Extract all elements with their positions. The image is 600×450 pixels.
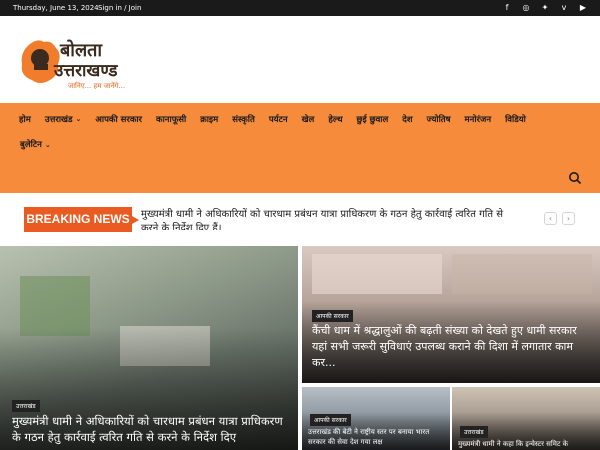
article-category[interactable]: उत्तराखंड — [460, 426, 488, 438]
twitter-icon[interactable]: ✦ — [540, 2, 550, 13]
nav-label: विडियो — [505, 114, 526, 125]
nav-label: बुलेटिन — [20, 140, 42, 150]
article-title[interactable]: मुख्यमंत्री धामी ने अधिकारियों को चारधाम… — [12, 413, 284, 445]
article-title[interactable]: उत्तराखंड की बेटी ने राष्ट्रीय स्तर पर ब… — [308, 427, 448, 447]
article-title[interactable]: कैंची धाम में श्रद्धालुओं की बढ़ती संख्य… — [312, 323, 590, 371]
nav-item-khel[interactable]: खेल — [302, 114, 315, 125]
nav-label: होम — [19, 114, 31, 125]
nav-item-uttarakhand[interactable]: उत्तराखंड ⌄ — [45, 114, 82, 125]
chevron-left-icon: ‹ — [548, 214, 553, 223]
article-category[interactable]: आपकी सरकार — [310, 414, 351, 426]
site-logo[interactable]: बोलता उत्तराखण्ड जानिए... हम जानेंगे... — [14, 34, 154, 104]
nav-item-kanafusi[interactable]: कानाफूसी — [156, 114, 186, 125]
youtube-icon[interactable]: ▶ — [578, 2, 588, 13]
nav-item-jyotish[interactable]: ज्योतिष — [427, 114, 451, 125]
nav-item-health[interactable]: हेल्थ — [328, 114, 342, 125]
chevron-down-icon: ⌄ — [44, 140, 51, 149]
instagram-icon[interactable]: ◎ — [521, 2, 531, 13]
nav-item-paryatan[interactable]: पर्यटन — [269, 114, 288, 125]
nav-label: पर्यटन — [268, 114, 288, 125]
nav-label: उत्तराखंड — [44, 114, 73, 125]
nav-item-bulletin[interactable]: बुलेटिन ⌄ — [20, 139, 51, 150]
ticker-prev-button[interactable]: ‹ — [544, 212, 557, 225]
nav-item-desh[interactable]: देश — [402, 114, 412, 125]
article-card[interactable]: आपकी सरकार कैंची धाम में श्रद्धालुओं की … — [302, 246, 600, 383]
nav-label: आपकी सरकार — [95, 114, 143, 125]
nav-item-sarkar[interactable]: आपकी सरकार — [95, 114, 142, 125]
signin-link[interactable]: Sign in / Join — [98, 4, 141, 12]
nav-label: मनोरंजन — [464, 114, 492, 125]
article-category[interactable]: आपकी सरकार — [312, 310, 353, 322]
chevron-down-icon: ⌄ — [75, 115, 82, 123]
top-bar: Thursday, June 13, 2024 Sign in / Join f… — [0, 0, 600, 16]
social-links: f ◎ ✦ v ▶ — [502, 2, 588, 13]
nav-item-sanskriti[interactable]: संस्कृति — [232, 114, 255, 125]
vimeo-icon[interactable]: v — [559, 2, 569, 13]
nav-label: हेल्थ — [328, 114, 343, 125]
nav-item-manoranjan[interactable]: मनोरंजन — [465, 114, 492, 125]
nav-label: छुई छुवाल — [356, 114, 389, 125]
header: बोलता उत्तराखण्ड जानिए... हम जानेंगे... — [0, 16, 600, 103]
article-image-detail — [312, 254, 442, 294]
featured-article[interactable]: उत्तराखंड मुख्यमंत्री धामी ने अधिकारियों… — [0, 246, 298, 450]
nav-label: क्राइम — [200, 114, 219, 125]
main-navigation: होम उत्तराखंड ⌄ आपकी सरकार कानाफूसी क्राइ… — [0, 103, 600, 193]
article-card[interactable]: उत्तराखंड मुख्यमंत्री धामी ने कहा कि इन्… — [452, 387, 600, 450]
nav-label: संस्कृति — [232, 114, 255, 125]
nav-item-home[interactable]: होम — [19, 114, 31, 125]
breaking-news-ticker[interactable]: मुख्यमंत्री धामी ने अधिकारियों को चारधाम… — [141, 208, 511, 230]
nav-item-video[interactable]: विडियो — [505, 114, 526, 125]
nav-label: ज्योतिष — [426, 114, 451, 125]
current-date: Thursday, June 13, 2024 — [13, 4, 99, 12]
facebook-icon[interactable]: f — [502, 2, 512, 13]
logo-tagline: जानिए... हम जानेंगे... — [68, 82, 126, 90]
article-title[interactable]: मुख्यमंत्री धामी ने कहा कि इन्वेस्टर समि… — [458, 439, 598, 449]
article-category[interactable]: उत्तराखंड — [12, 400, 40, 412]
logo-line-2: उत्तराखण्ड — [54, 61, 118, 81]
nav-item-crime[interactable]: क्राइम — [200, 114, 218, 125]
search-icon[interactable] — [568, 171, 582, 185]
article-image-detail — [452, 254, 592, 294]
nav-row-2: बुलेटिन ⌄ — [20, 139, 51, 150]
chevron-right-icon: › — [566, 214, 571, 223]
nav-row-1: होम उत्तराखंड ⌄ आपकी सरकार कानाफूसी क्राइ… — [0, 103, 526, 135]
nav-label: देश — [402, 114, 413, 125]
article-card[interactable]: आपकी सरकार उत्तराखंड की बेटी ने राष्ट्री… — [302, 387, 450, 450]
breaking-news-label: BREAKING NEWS — [24, 207, 139, 232]
nav-label: खेल — [301, 114, 315, 125]
nav-item-chhui[interactable]: छुई छुवाल — [357, 114, 389, 125]
ticker-next-button[interactable]: › — [562, 212, 575, 225]
nav-label: कानाफूसी — [156, 114, 187, 125]
